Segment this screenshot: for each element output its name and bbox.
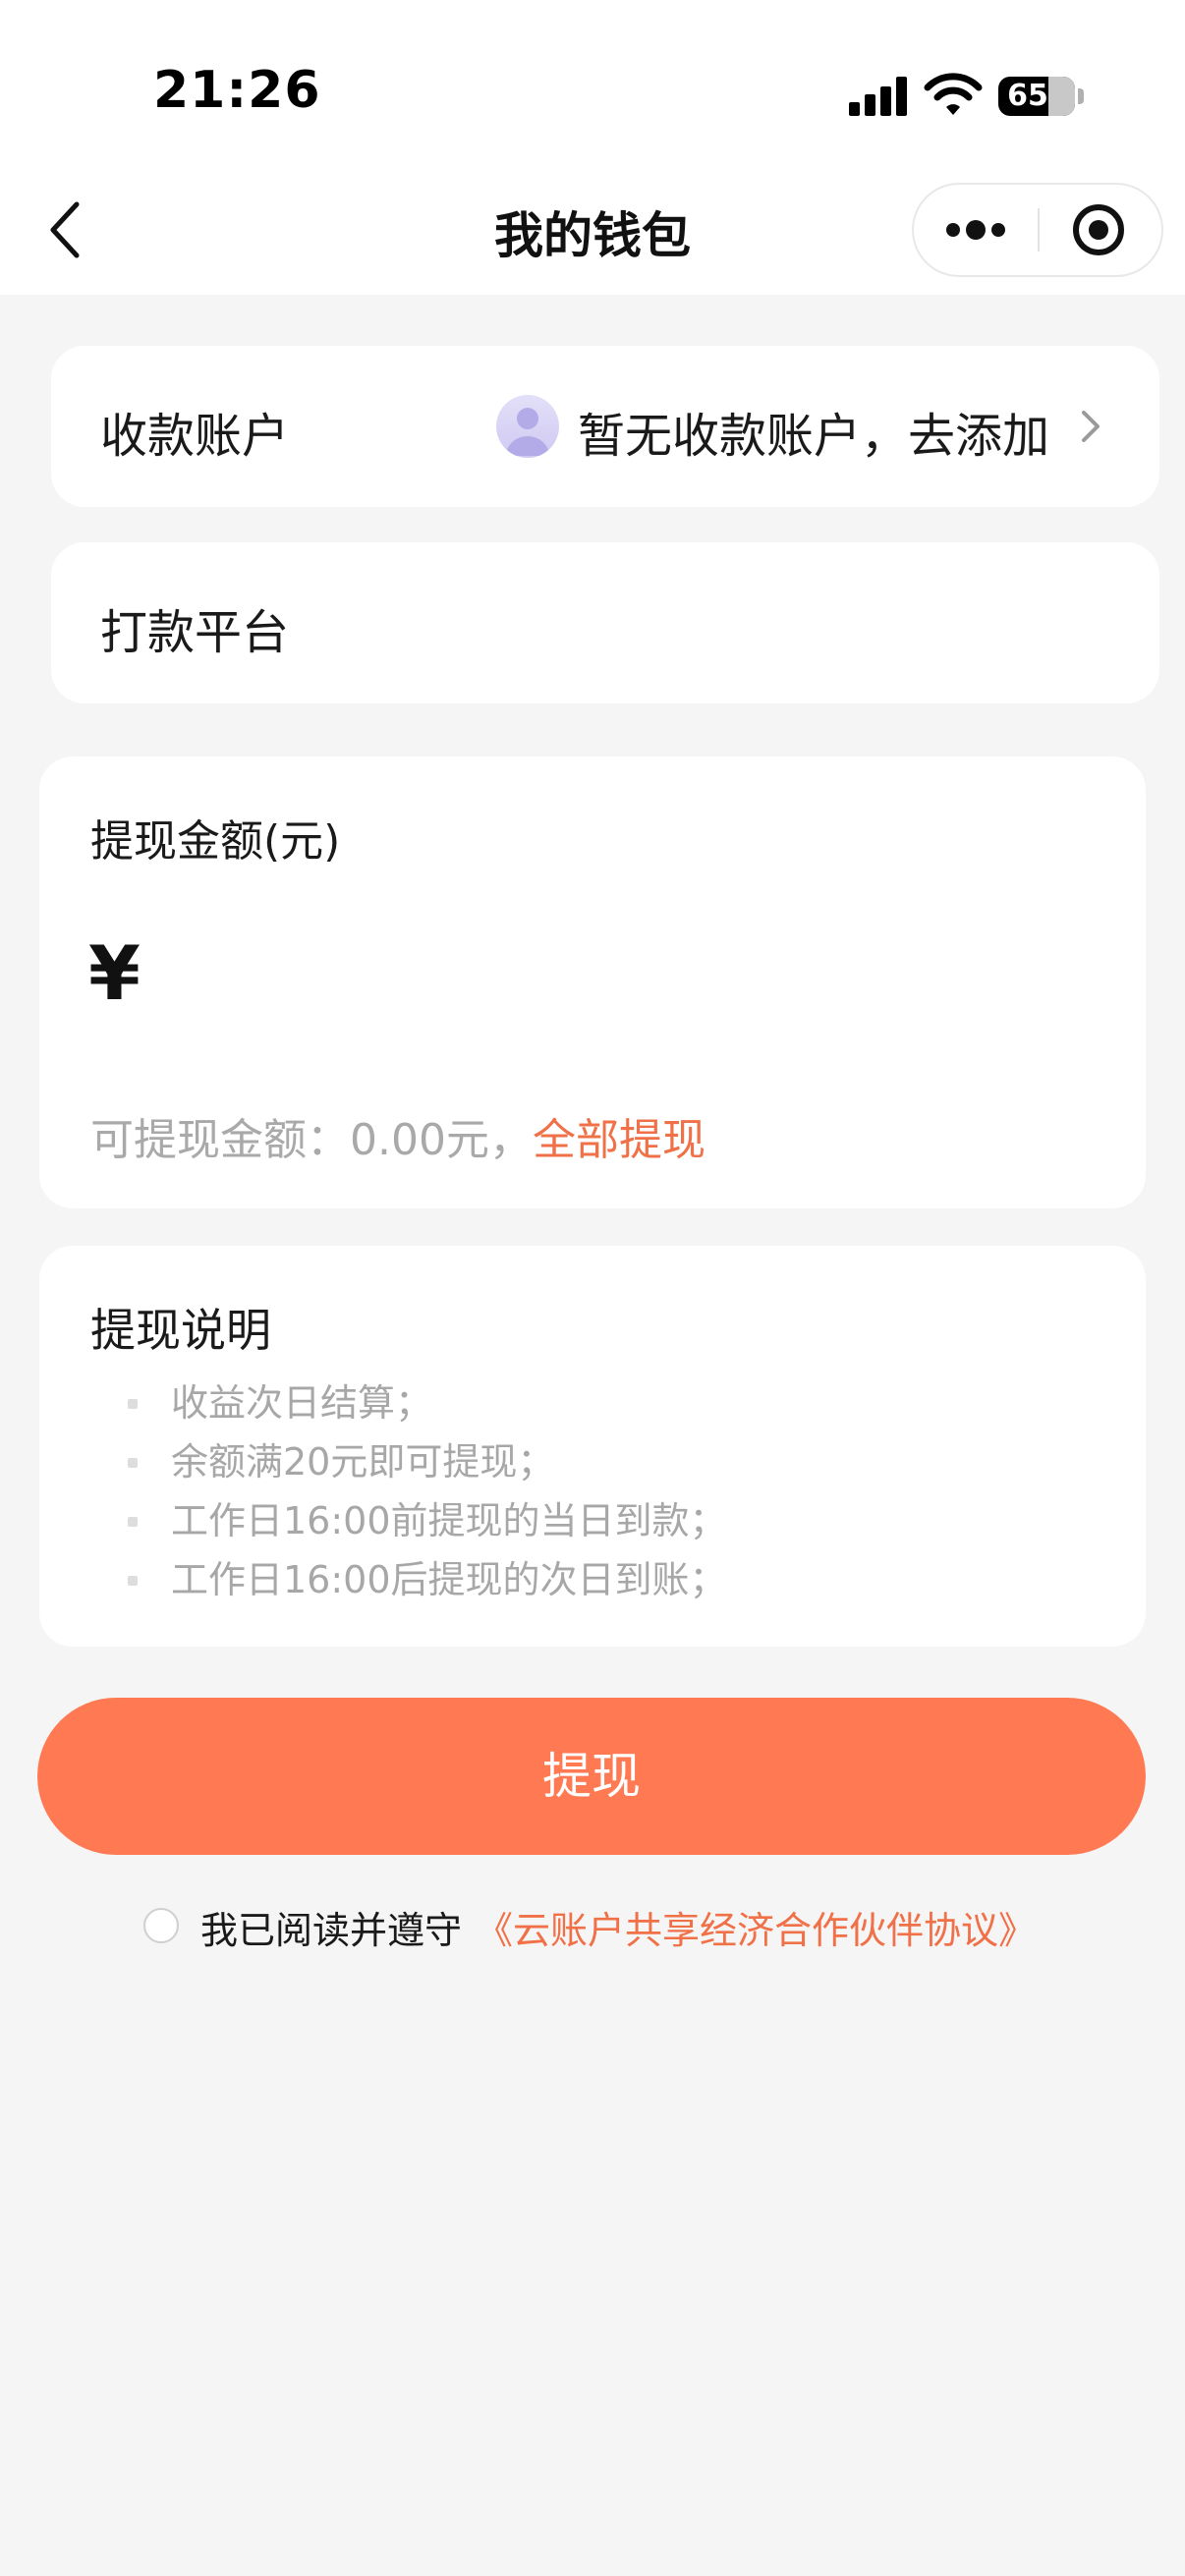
status-time: 21:26 [153, 61, 321, 120]
agreement-checkbox[interactable] [143, 1908, 179, 1943]
user-avatar-icon [496, 395, 559, 458]
note-text: 余额满20元即可提现； [171, 1440, 555, 1484]
list-item: 工作日16:00前提现的当日到款； [90, 1491, 727, 1550]
list-item: 余额满20元即可提现； [90, 1432, 727, 1491]
withdraw-notes-title: 提现说明 [90, 1304, 271, 1357]
available-amount-line: 可提现金额：0.00元，全部提现 [90, 1104, 705, 1167]
note-text: 收益次日结算； [171, 1381, 433, 1425]
withdraw-notes-card: 提现说明 收益次日结算； 余额满20元即可提现； 工作日16:00前提现的当日到… [39, 1246, 1146, 1647]
battery-percent: 65 [1007, 79, 1048, 113]
bullet [128, 1399, 138, 1409]
bullet [128, 1576, 138, 1586]
bullet [128, 1458, 138, 1468]
withdraw-amount-label: 提现金额(元) [90, 816, 341, 867]
payee-account-value: 暂无收款账户，去添加 [578, 409, 1050, 464]
note-text: 工作日16:00前提现的当日到款； [171, 1499, 727, 1542]
agreement-prefix: 我已阅读并遵守 [200, 1909, 463, 1952]
header: 21:26 65 我的钱包 [0, 0, 1185, 295]
wifi-icon [924, 73, 983, 115]
payee-account-row[interactable]: 收款账户 暂无收款账户，去添加 [51, 346, 1159, 507]
chevron-right-icon [1082, 411, 1100, 442]
signal-icon [849, 77, 908, 116]
withdraw-amount-input[interactable] [187, 929, 1075, 1030]
payout-platform-label: 打款平台 [100, 605, 290, 660]
currency-symbol: ¥ [88, 929, 141, 1017]
bullet [128, 1517, 138, 1527]
target-circle-icon[interactable] [1040, 185, 1161, 275]
payee-account-label: 收款账户 [100, 409, 290, 464]
withdraw-all-link[interactable]: 全部提现 [533, 1115, 705, 1165]
agreement-link[interactable]: 《云账户共享经济合作伙伴协议》 [476, 1900, 1036, 1954]
list-item: 收益次日结算； [90, 1373, 727, 1432]
battery-icon: 65 [998, 77, 1075, 116]
battery-cap [1078, 88, 1084, 104]
withdraw-notes-list: 收益次日结算； 余额满20元即可提现； 工作日16:00前提现的当日到款； 工作… [90, 1373, 727, 1609]
more-dots-icon[interactable] [914, 185, 1038, 275]
withdraw-amount-card: 提现金额(元) ¥ 可提现金额：0.00元，全部提现 [39, 756, 1146, 1208]
list-item: 工作日16:00后提现的次日到账； [90, 1550, 727, 1609]
withdraw-button[interactable]: 提现 [37, 1698, 1146, 1855]
available-amount-text: 可提现金额：0.00元， [90, 1115, 533, 1165]
mini-program-capsule [912, 183, 1163, 277]
note-text: 工作日16:00后提现的次日到账； [171, 1558, 727, 1601]
payout-platform-row[interactable]: 打款平台 [51, 542, 1159, 703]
